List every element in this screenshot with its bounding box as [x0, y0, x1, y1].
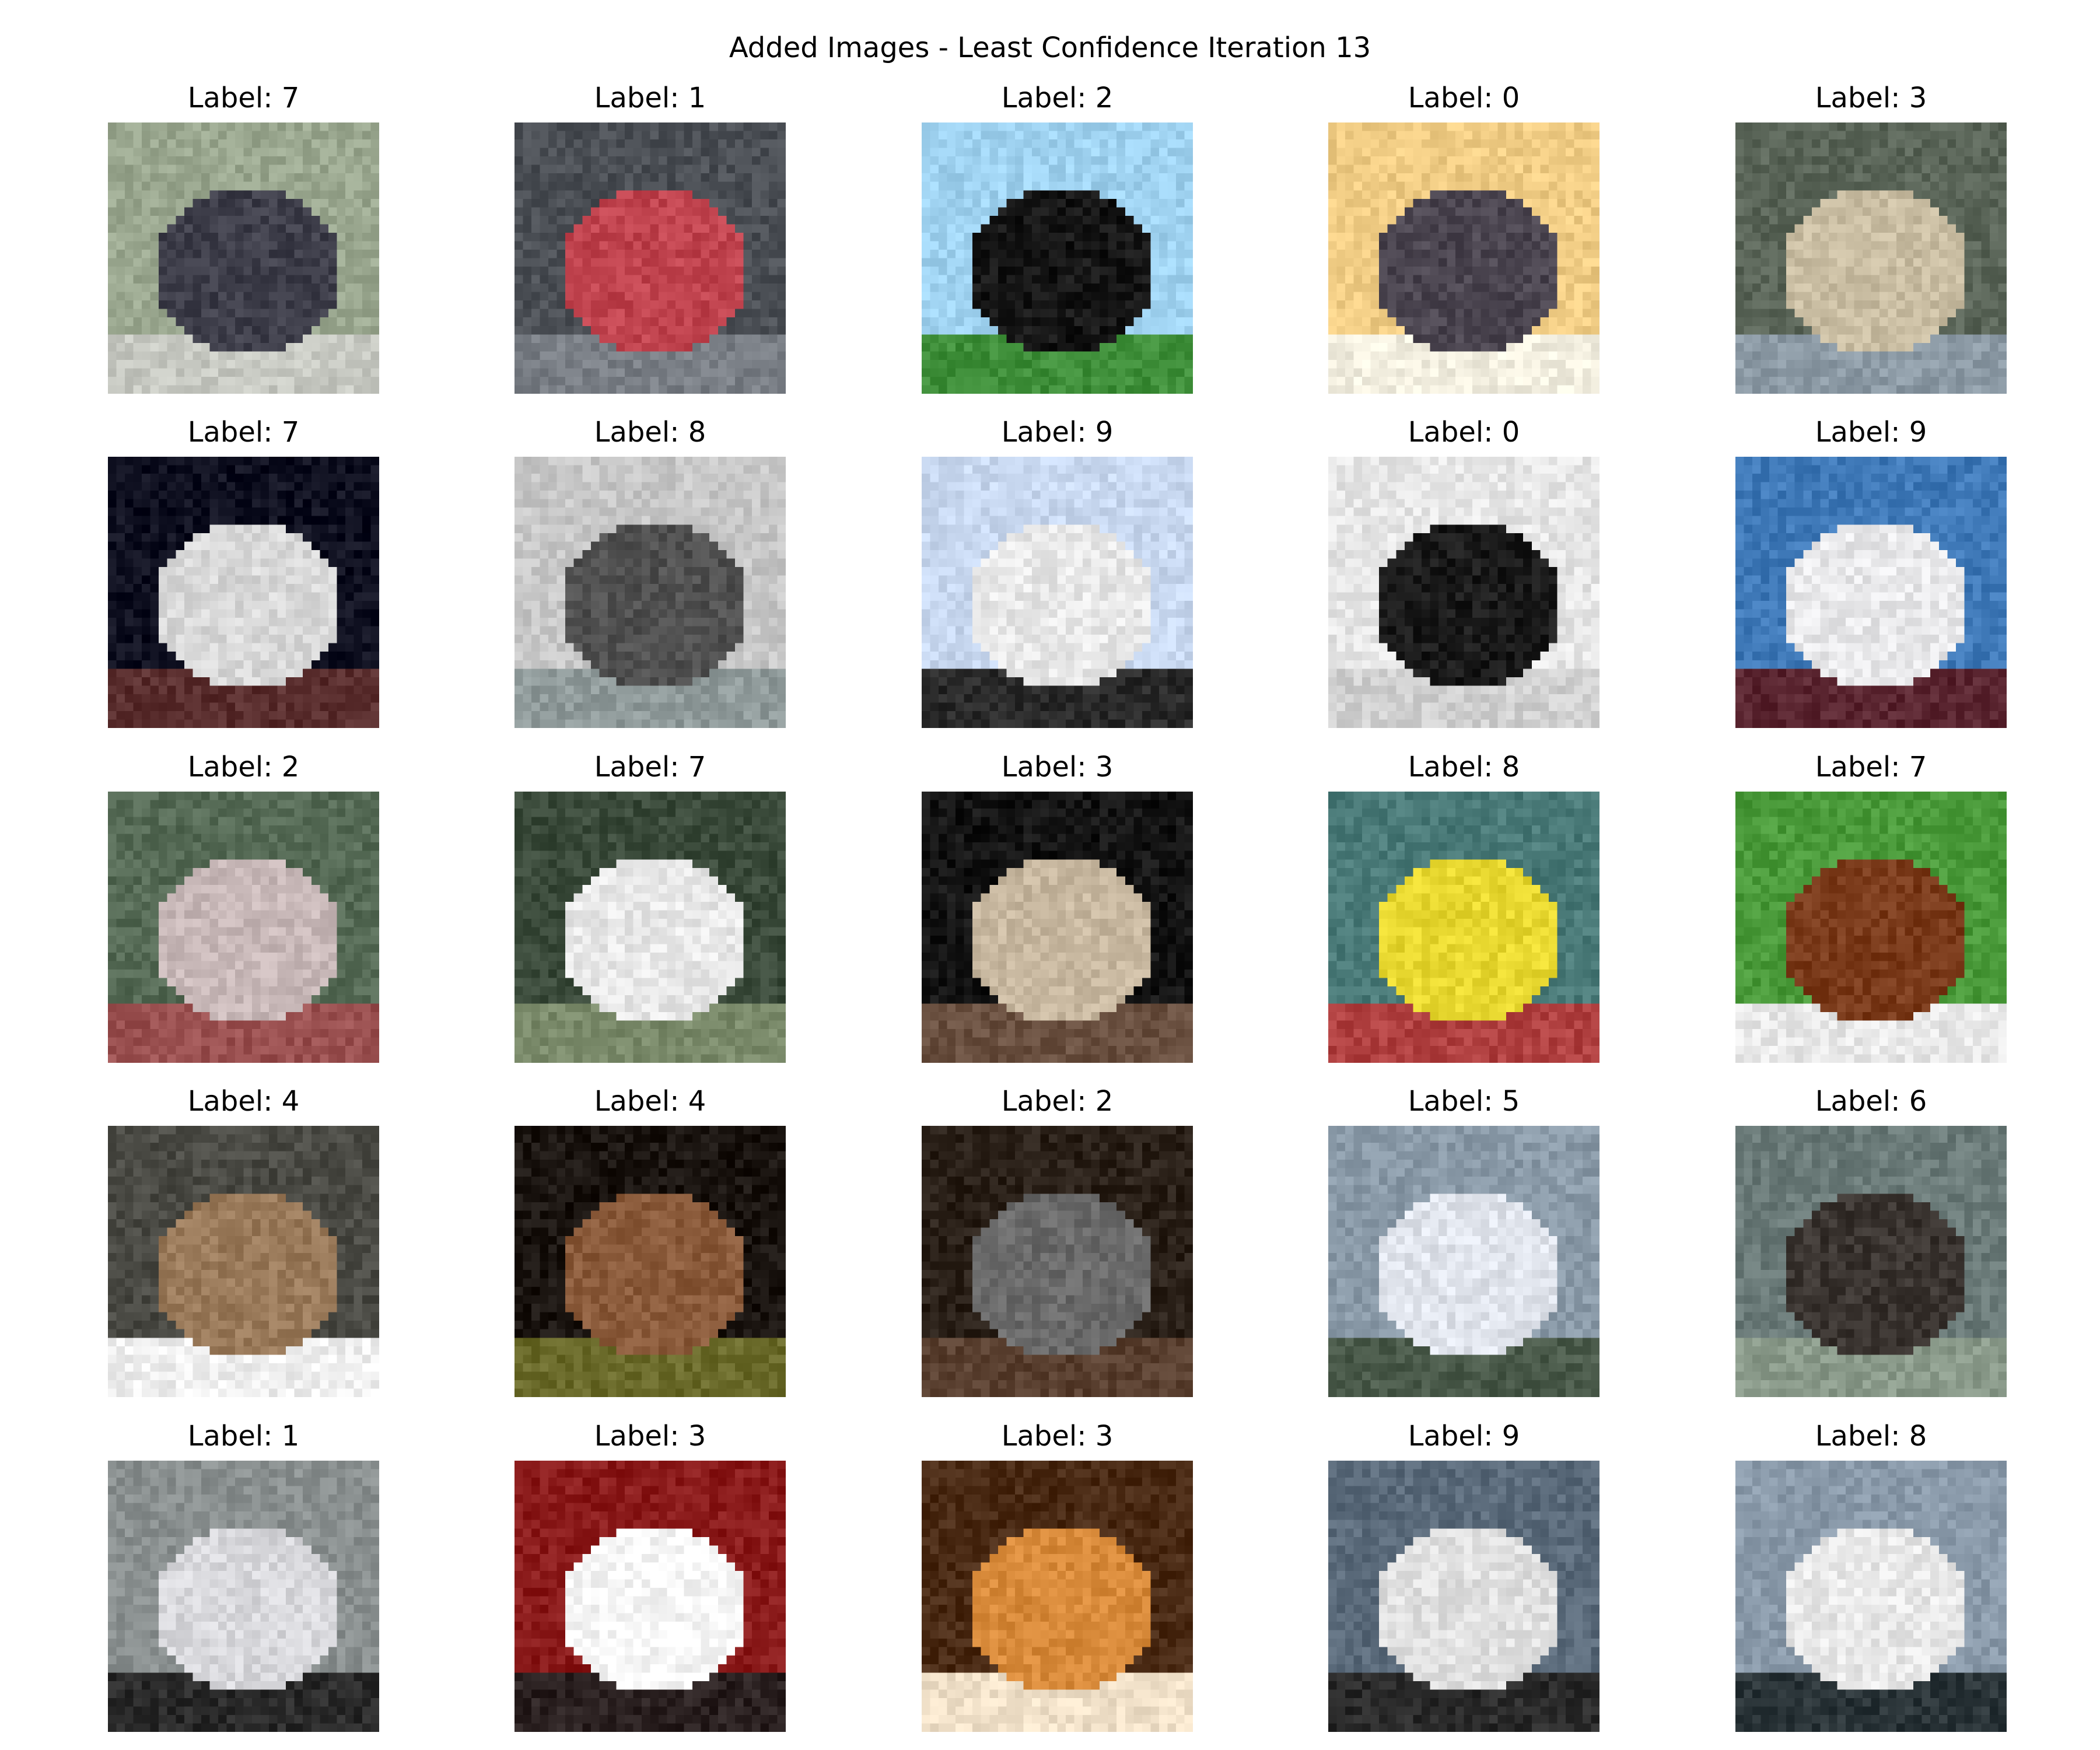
image-label: Label: 1	[594, 82, 706, 114]
thumbnail-pixels	[1735, 792, 2007, 1063]
truck-thumbnail	[922, 457, 1193, 728]
image-label: Label: 3	[1815, 82, 1927, 114]
thumbnail-pixels	[1328, 1461, 1600, 1732]
thumbnail-pixels	[1328, 792, 1600, 1063]
image-label: Label: 9	[1408, 1420, 1520, 1452]
car-thumbnail	[514, 123, 786, 394]
thumbnail-pixels	[1735, 1461, 2007, 1732]
thumbnail-pixels	[108, 792, 379, 1063]
image-label: Label: 7	[1815, 751, 1927, 783]
thumbnail-pixels	[922, 1126, 1193, 1397]
thumbnail-pixels	[514, 792, 786, 1063]
thumbnail-pixels	[108, 1461, 379, 1732]
thumbnail-pixels	[108, 123, 379, 394]
image-label: Label: 9	[1815, 416, 1927, 449]
image-label: Label: 0	[1408, 416, 1520, 449]
image-label: Label: 9	[1001, 416, 1114, 449]
image-label: Label: 0	[1408, 82, 1520, 114]
cat-thumbnail	[1735, 123, 2007, 394]
horse-thumbnail	[108, 123, 379, 394]
image-label: Label: 4	[187, 1085, 300, 1118]
tow-truck-thumbnail	[1735, 457, 2007, 728]
sailboat-thumbnail	[1735, 1461, 2007, 1732]
thumbnail-pixels	[108, 457, 379, 728]
thumbnail-pixels	[1735, 123, 2007, 394]
horse-thumbnail	[1735, 792, 2007, 1063]
image-label: Label: 3	[1001, 1420, 1114, 1452]
image-label: Label: 8	[594, 416, 706, 449]
image-label: Label: 7	[187, 416, 300, 449]
image-label: Label: 2	[1001, 82, 1114, 114]
thumbnail-pixels	[922, 123, 1193, 394]
banana-boat-thumbnail	[1328, 792, 1600, 1063]
moose-thumbnail	[514, 1126, 786, 1397]
cat-thumbnail	[922, 1461, 1193, 1732]
thumbnail-pixels	[108, 1126, 379, 1397]
image-label: Label: 7	[594, 751, 706, 783]
thumbnail-pixels	[514, 123, 786, 394]
image-label: Label: 3	[594, 1420, 706, 1452]
thumbnail-pixels	[1328, 457, 1600, 728]
truck-thumbnail	[1328, 1461, 1600, 1732]
image-label: Label: 6	[1815, 1085, 1927, 1118]
thumbnail-pixels	[514, 1461, 786, 1732]
horse-rider-thumbnail	[514, 792, 786, 1063]
thumbnail-pixels	[514, 1126, 786, 1397]
frog-thumbnail	[1735, 1126, 2007, 1397]
jet-thumbnail	[1328, 123, 1600, 394]
image-label: Label: 8	[1815, 1420, 1927, 1452]
image-label: Label: 3	[1001, 751, 1114, 783]
thumbnail-pixels	[922, 457, 1193, 728]
ostrich-thumbnail	[922, 123, 1193, 394]
figure-title: Added Images - Least Confidence Iteratio…	[729, 32, 1371, 64]
image-label: Label: 8	[1408, 751, 1520, 783]
thumbnail-pixels	[922, 792, 1193, 1063]
cat-thumbnail	[514, 1461, 786, 1732]
image-label: Label: 2	[187, 751, 300, 783]
cat-thumbnail	[922, 792, 1193, 1063]
image-label: Label: 4	[594, 1085, 706, 1118]
car-thumbnail	[108, 1461, 379, 1732]
image-label: Label: 1	[187, 1420, 300, 1452]
thumbnail-pixels	[1328, 1126, 1600, 1397]
thumbnail-pixels	[1328, 123, 1600, 394]
emu-thumbnail	[922, 1126, 1193, 1397]
thumbnail-pixels	[1735, 1126, 2007, 1397]
ship-thumbnail	[514, 457, 786, 728]
bird-thumbnail	[108, 792, 379, 1063]
airplane-thumbnail	[1328, 457, 1600, 728]
thumbnail-pixels	[1735, 457, 2007, 728]
thumbnail-pixels	[514, 457, 786, 728]
thumbnail-pixels	[922, 1461, 1193, 1732]
deer-thumbnail	[108, 1126, 379, 1397]
image-label: Label: 2	[1001, 1085, 1114, 1118]
image-label: Label: 5	[1408, 1085, 1520, 1118]
dog-thumbnail	[1328, 1126, 1600, 1397]
horse-rider-thumbnail	[108, 457, 379, 728]
image-label: Label: 7	[187, 82, 300, 114]
